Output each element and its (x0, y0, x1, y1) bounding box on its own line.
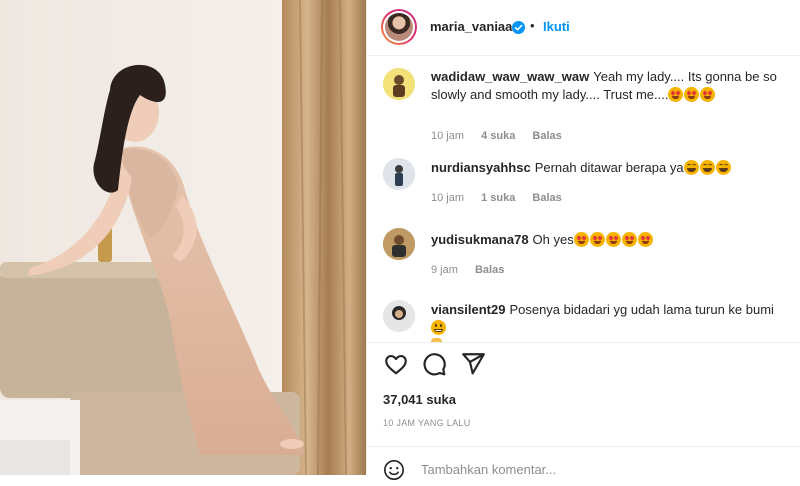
post-image (0, 0, 366, 475)
comment-meta: 9 jam Balas (431, 264, 518, 276)
add-comment-bar (367, 446, 800, 480)
star-struck-emoji-icon (621, 232, 637, 247)
comment-body: viansilent29 Posenya bidadari yg udah lam… (431, 301, 791, 342)
comment-likes[interactable]: 1 suka (481, 192, 515, 204)
follow-button[interactable]: Ikuti (543, 19, 570, 34)
comment-list[interactable]: wadidaw_waw_waw_waw Yeah my lady.... Its … (367, 56, 800, 342)
comment-body: wadidaw_waw_waw_waw Yeah my lady.... Its … (431, 68, 791, 104)
comment-text: Pernah ditawar berapa ya (534, 160, 684, 175)
star-struck-emoji-icon (684, 87, 700, 102)
comment-username[interactable]: nurdiansyahhsc (431, 160, 531, 175)
likes-count[interactable]: 37,041 suka (383, 392, 456, 407)
comment-username[interactable]: viansilent29 (431, 302, 505, 317)
commenter-avatar[interactable] (383, 300, 415, 332)
star-struck-emoji-icon (637, 232, 653, 247)
comment-body: nurdiansyahhsc Pernah ditawar berapa ya (431, 159, 791, 177)
smiley-icon[interactable] (383, 459, 405, 481)
comment-username[interactable]: yudisukmana78 (431, 232, 529, 247)
post-actions-bar (367, 342, 800, 383)
comment-text: Oh yes (532, 232, 574, 247)
verified-badge-icon (512, 21, 525, 34)
post-header: maria_vaniaa • Ikuti (367, 0, 800, 56)
reply-button[interactable]: Balas (475, 264, 504, 276)
star-struck-emoji-icon (589, 232, 605, 247)
comment-text: Posenya bidadari yg udah lama turun ke b… (509, 302, 774, 317)
comment-username[interactable]: wadidaw_waw_waw_waw (431, 69, 589, 84)
comment-likes[interactable]: 4 suka (481, 130, 515, 142)
reply-button[interactable]: Balas (532, 192, 561, 204)
comment-body: yudisukmana78 Oh yes (431, 231, 791, 249)
header-separator: • (530, 18, 535, 33)
tears-of-joy-emoji-icon (715, 160, 731, 175)
star-struck-emoji-icon (668, 87, 684, 102)
comment-meta: 10 jam 1 suka Balas (431, 192, 576, 204)
grinning-emoji-icon (431, 320, 446, 335)
star-struck-emoji-icon (700, 87, 716, 102)
tears-of-joy-emoji-icon (699, 160, 715, 175)
commenter-avatar[interactable] (383, 68, 415, 100)
commenter-avatar[interactable] (383, 228, 415, 260)
star-struck-emoji-icon (605, 232, 621, 247)
post-side-panel: maria_vaniaa • Ikuti wadidaw_waw_waw_waw… (366, 0, 800, 480)
comment-meta: 10 jam 4 suka Balas (431, 130, 576, 142)
author-avatar[interactable] (381, 9, 417, 45)
star-struck-emoji-icon (573, 232, 589, 247)
author-username[interactable]: maria_vaniaa (430, 19, 512, 34)
comment-time: 10 jam (431, 192, 465, 204)
comment-time: 10 jam (431, 130, 465, 142)
comment-bubble-icon[interactable] (421, 351, 447, 377)
paper-plane-icon[interactable] (460, 351, 486, 377)
post-photo[interactable] (0, 0, 366, 475)
heart-icon[interactable] (383, 351, 409, 377)
post-timestamp: 10 JAM YANG LALU (383, 418, 471, 428)
reply-button[interactable]: Balas (532, 130, 561, 142)
commenter-avatar[interactable] (383, 158, 415, 190)
comment-time: 9 jam (431, 264, 458, 276)
tears-of-joy-emoji-icon (683, 160, 699, 175)
